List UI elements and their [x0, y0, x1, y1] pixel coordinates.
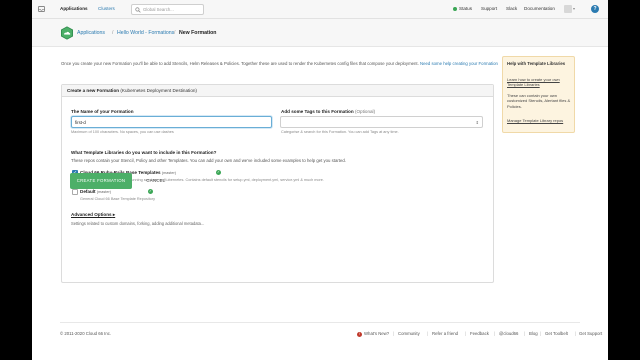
inbox-icon[interactable] [38, 6, 45, 12]
select-arrows-icon: ⇕ [475, 120, 479, 125]
intro-body: Once you create your new Formation you'l… [61, 61, 419, 66]
panel-title-suffix: (Kubernetes Deployment Destination) [120, 88, 197, 93]
footer-separator: | [524, 331, 526, 336]
advanced-options-desc: Settings related to custom domains, fork… [71, 221, 205, 226]
caret-right-icon: ▸ [112, 212, 116, 217]
templates-subtext: These repos contain your Stencil, Policy… [71, 158, 346, 163]
footer-separator: | [575, 331, 577, 336]
create-formation-button[interactable]: CREATE FORMATION [70, 173, 132, 189]
footer-whats-new[interactable]: What's New? [364, 331, 389, 337]
manage-template-repos-link[interactable]: Manage Template Library repos [507, 118, 573, 123]
formation-name-value: first-d [75, 120, 86, 125]
panel-header: Create a new Formation (Kubernetes Deplo… [62, 85, 493, 97]
footer-separator: | [540, 331, 542, 336]
template-status-icon: ✓ [216, 170, 221, 175]
search-placeholder: Global Search... [143, 7, 174, 12]
template-name-default: Default (master) [80, 189, 111, 195]
support-link[interactable]: Support [481, 6, 497, 12]
breadcrumb-current: New Formation [179, 30, 217, 36]
breadcrumb-separator: / [112, 30, 114, 36]
panel-title: Create a new Formation (Kubernetes Deplo… [67, 88, 197, 94]
footer-toolbelt[interactable]: Get Toolbelt [545, 331, 568, 337]
search-icon [135, 7, 141, 13]
app-window: Applications Clusters Global Search... S… [32, 0, 608, 360]
nav-applications[interactable]: Applications [60, 6, 88, 12]
template-checkbox-default[interactable] [72, 189, 78, 195]
tags-hint: Categorise & search for this Formation. … [281, 130, 399, 134]
top-bar: Applications Clusters Global Search... S… [32, 0, 608, 19]
status-indicator-icon [453, 7, 457, 11]
template-branch: (master) [96, 190, 111, 194]
nav-clusters[interactable]: Clusters [98, 6, 115, 12]
breadcrumb-applications[interactable]: Applications [77, 30, 105, 37]
breadcrumb-separator: / [174, 30, 176, 36]
help-creating-formation-link[interactable]: Need some help creating your Formation [420, 61, 498, 66]
footer-blog[interactable]: Blog [529, 331, 538, 337]
help-box-body: These can contain your own customized St… [507, 93, 571, 109]
breadcrumb-app[interactable]: Hello World - Formations [117, 30, 174, 37]
chevron-down-icon[interactable] [573, 8, 575, 10]
footer-support[interactable]: Get Support [579, 331, 602, 337]
tags-label-text: Add some Tags to this Formation [281, 109, 354, 114]
footer-separator: | [494, 331, 496, 336]
template-status-icon: ✓ [148, 189, 153, 194]
cloud66-logo-icon [61, 26, 73, 40]
tags-optional: (Optional) [354, 109, 376, 114]
footer-twitter[interactable]: @cloud66 [499, 331, 518, 337]
footer-copyright: © 2011-2020 Cloud 66 Inc. [60, 331, 112, 336]
help-icon[interactable]: ? [591, 5, 599, 13]
template-desc-default: General Cloud 66 Base Template Repositor… [80, 197, 156, 201]
learn-template-libraries-link[interactable]: Learn how to create your own Template Li… [507, 77, 573, 88]
formation-name-input[interactable]: first-d [71, 116, 272, 128]
global-search-input[interactable]: Global Search... [131, 4, 204, 15]
avatar[interactable] [564, 5, 572, 13]
footer-divider [60, 322, 580, 323]
footer-refer[interactable]: Refer a friend [432, 331, 458, 337]
template-title: Default [80, 189, 96, 194]
help-box-title: Help with Template Libraries [507, 61, 566, 66]
documentation-link[interactable]: Documentation [524, 6, 555, 12]
footer-feedback[interactable]: Feedback [470, 331, 489, 337]
whats-new-icon: ! [357, 332, 362, 337]
advanced-options-link[interactable]: Advanced Options ▸ [71, 212, 115, 218]
footer-separator: | [465, 331, 467, 336]
intro-text: Once you create your new Formation you'l… [61, 59, 503, 68]
footer-separator: | [427, 331, 429, 336]
cancel-button[interactable]: CANCEL [142, 173, 170, 189]
footer-separator: | [393, 331, 395, 336]
status-link[interactable]: Status [459, 6, 472, 12]
formation-name-hint: Maximum of 100 characters. No spaces, yo… [71, 130, 174, 134]
panel-title-main: Create a new Formation [67, 88, 120, 93]
slack-link[interactable]: Slack [506, 6, 517, 12]
tags-select[interactable]: ⇕ [280, 116, 483, 128]
tags-label: Add some Tags to this Formation (Optiona… [281, 109, 375, 115]
formation-name-label: The Name of your Formation [71, 109, 134, 114]
templates-heading: What Template Libraries do you want to i… [71, 150, 217, 155]
advanced-options-label: Advanced Options [71, 212, 112, 217]
help-box: Help with Template Libraries Learn how t… [502, 56, 575, 133]
footer-community[interactable]: Community [398, 331, 420, 337]
